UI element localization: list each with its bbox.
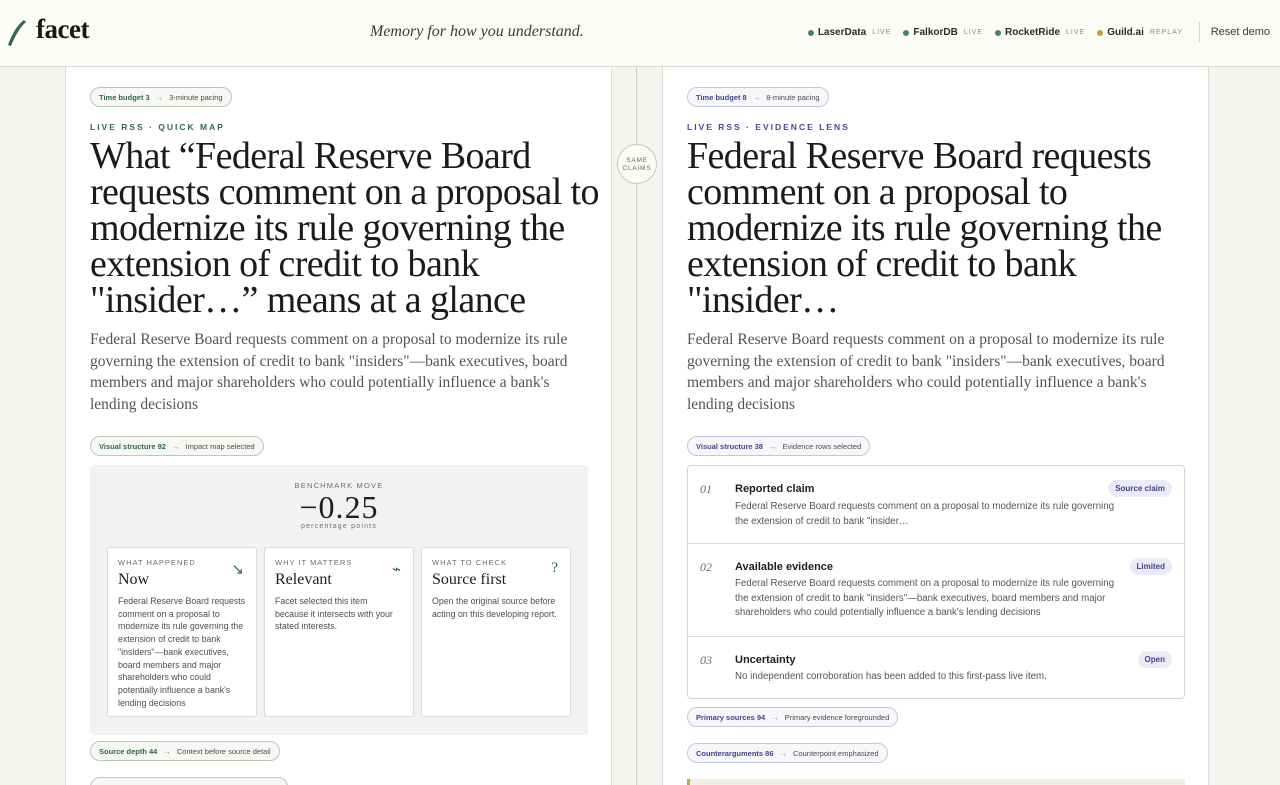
partner-status: REPLAY <box>1149 29 1183 36</box>
chip-detail: Impact map selected <box>185 441 255 451</box>
row-body: Federal Reserve Board requests comment o… <box>735 501 1115 527</box>
marker-line: SAME <box>626 157 648 164</box>
chip-label: Time budget 3 <box>99 92 150 102</box>
next-chip[interactable] <box>90 777 288 785</box>
card-body: Federal Reserve Board requests comment o… <box>118 596 246 708</box>
card-body: Facet selected this item because it inte… <box>275 596 393 632</box>
evidence-lens-panel: Time budget 8 → 8-minute pacing LIVE RSS… <box>662 67 1209 785</box>
quick-map-panel: Time budget 3 → 3-minute pacing LIVE RSS… <box>65 67 612 785</box>
evidence-row[interactable]: 03 Uncertainty No independent corroborat… <box>688 637 1184 699</box>
chip-label: Time budget 8 <box>696 92 747 102</box>
evidence-table: 01 Reported claim Federal Reserve Board … <box>687 465 1185 699</box>
article-lede: Federal Reserve Board requests comment o… <box>687 331 1165 413</box>
row-number: 01 <box>700 482 712 496</box>
chip-detail: Context before source detail <box>176 746 271 756</box>
row-title: Reported claim <box>735 483 815 495</box>
chip-label: Primary sources 94 <box>696 712 766 722</box>
time-budget-chip[interactable]: Time budget 3 → 3-minute pacing <box>90 87 232 107</box>
partner-falkordb: FalkorDB LIVE <box>903 27 983 38</box>
chip-label: Visual structure 92 <box>99 441 166 451</box>
section-eyebrow: LIVE RSS · QUICK MAP <box>90 122 225 132</box>
impact-map: BENCHMARK MOVE −0.25 percentage points W… <box>90 465 588 735</box>
partner-status: LIVE <box>963 29 984 36</box>
partner-name: Guild.ai <box>1107 27 1144 38</box>
status-dot-icon <box>807 29 814 36</box>
card-title: Now <box>118 571 150 588</box>
impact-card-why-it-matters[interactable]: WHY IT MATTERS Relevant Facet selected t… <box>264 547 414 717</box>
card-body: Open the original source before acting o… <box>432 596 557 619</box>
visual-structure-chip[interactable]: Visual structure 92 → Impact map selecte… <box>90 436 264 456</box>
arrow-right-icon: → <box>171 441 180 451</box>
article-headline: What “Federal Reserve Board requests com… <box>90 135 600 321</box>
status-dot-icon <box>903 29 910 36</box>
trend-down-icon: ↘ <box>231 561 244 578</box>
brand-name[interactable]: facet <box>36 14 89 45</box>
impact-card-what-happened[interactable]: WHAT HAPPENED Now Federal Reserve Board … <box>107 547 257 717</box>
arrow-right-icon: → <box>163 746 171 756</box>
row-number: 03 <box>700 653 712 667</box>
status-dot-icon <box>1097 29 1104 36</box>
same-claims-marker: SAME CLAIMS <box>617 144 657 184</box>
partner-name: RocketRide <box>1005 27 1061 38</box>
card-label: WHY IT MATTERS <box>275 558 353 567</box>
arrow-right-icon: → <box>768 441 777 451</box>
arrow-right-icon: → <box>771 712 779 722</box>
arrow-right-icon: → <box>779 748 788 758</box>
impact-card-what-to-check[interactable]: WHAT TO CHECK Source first Open the orig… <box>421 547 571 717</box>
counterpoint-quote-block <box>687 779 1185 785</box>
partner-name: FalkorDB <box>913 27 958 38</box>
chip-detail: Counterpoint emphasized <box>793 748 879 758</box>
feather-icon <box>8 20 26 46</box>
row-badge: Limited <box>1129 558 1172 575</box>
chip-detail: 8-minute pacing <box>766 92 820 102</box>
partner-rocketride: RocketRide LIVE <box>995 27 1085 38</box>
counterarguments-chip[interactable]: Counterarguments 86 → Counterpoint empha… <box>687 743 888 763</box>
brand-logo[interactable] <box>6 18 28 48</box>
benchmark-unit: percentage points <box>300 523 378 530</box>
card-title: Relevant <box>275 571 332 588</box>
row-body: Federal Reserve Board requests comment o… <box>735 578 1115 618</box>
question-icon: ? <box>551 560 558 576</box>
visual-structure-chip[interactable]: Visual structure 38 → Evidence rows sele… <box>687 436 871 456</box>
row-title: Available evidence <box>735 561 834 573</box>
row-title: Uncertainty <box>735 654 796 666</box>
partner-name: LaserData <box>817 27 867 38</box>
partner-guildai: Guild.ai REPLAY <box>1097 27 1183 38</box>
article-headline: Federal Reserve Board requests comment o… <box>687 135 1162 321</box>
chip-label: Visual structure 38 <box>696 441 763 451</box>
arrow-right-icon: → <box>752 92 761 102</box>
header-divider <box>1199 22 1200 42</box>
primary-sources-chip[interactable]: Primary sources 94 → Primary evidence fo… <box>687 707 899 727</box>
row-body: No independent corroboration has been ad… <box>735 671 1047 682</box>
brand-tagline: Memory for how you understand. <box>370 23 584 40</box>
app-header: facet Memory for how you understand. Las… <box>0 0 1280 67</box>
arrow-right-icon: → <box>155 92 164 102</box>
card-title: Source first <box>432 571 507 588</box>
chip-detail: Primary evidence foregrounded <box>784 712 890 722</box>
row-badge: Source claim <box>1108 480 1172 497</box>
time-budget-chip[interactable]: Time budget 8 → 8-minute pacing <box>687 87 829 107</box>
status-dot-icon <box>995 29 1002 36</box>
reset-demo-button[interactable]: Reset demo <box>1211 26 1270 38</box>
evidence-row[interactable]: 01 Reported claim Federal Reserve Board … <box>688 466 1184 544</box>
pulse-icon: ⌁ <box>391 561 401 578</box>
partner-laserdata: LaserData LIVE <box>807 27 892 38</box>
card-label: WHAT TO CHECK <box>432 558 507 567</box>
chip-label: Counterarguments 86 <box>696 748 774 758</box>
article-lede: Federal Reserve Board requests comment o… <box>90 331 568 413</box>
partner-status: LIVE <box>1066 29 1086 36</box>
source-depth-chip[interactable]: Source depth 44 → Context before source … <box>90 741 280 761</box>
card-label: WHAT HAPPENED <box>118 558 196 567</box>
row-number: 02 <box>700 560 712 574</box>
chip-detail: 3-minute pacing <box>169 92 223 102</box>
benchmark-value: −0.25 <box>299 489 379 525</box>
chip-detail: Evidence rows selected <box>782 441 862 451</box>
row-badge: Open <box>1137 651 1172 668</box>
marker-line: CLAIMS <box>622 165 652 172</box>
partner-status: LIVE <box>872 29 892 36</box>
chip-label: Source depth 44 <box>99 746 158 756</box>
partner-status-list: LaserData LIVE FalkorDB LIVE RocketRide … <box>807 27 1183 38</box>
section-eyebrow: LIVE RSS · EVIDENCE LENS <box>687 122 850 132</box>
evidence-row[interactable]: 02 Available evidence Federal Reserve Bo… <box>688 544 1184 637</box>
